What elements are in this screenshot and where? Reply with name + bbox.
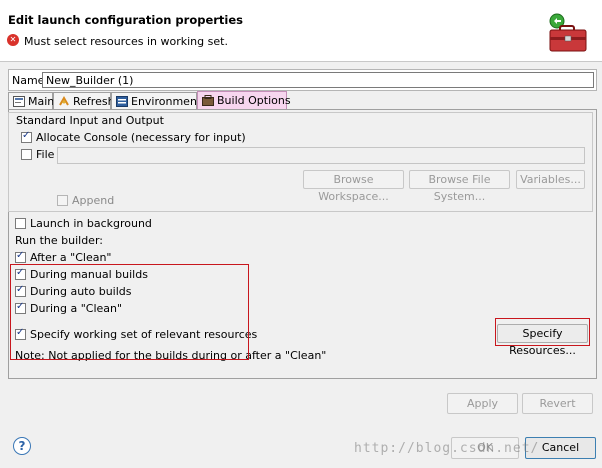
launch-background-check-box[interactable] <box>15 218 26 229</box>
watermark-text: http://blog.csdn.net/ <box>354 441 540 456</box>
main-tab-icon <box>13 96 25 107</box>
toolbox-icon <box>549 13 587 52</box>
tab-environment-label: Environment <box>131 95 202 108</box>
apply-button[interactable]: Apply <box>447 393 518 414</box>
launch-background-label: Launch in background <box>30 217 152 230</box>
refresh-tab-icon <box>59 96 69 106</box>
tab-refresh-label: Refresh <box>73 95 115 108</box>
highlight-specify-resources <box>495 318 590 346</box>
highlight-build-options <box>10 264 249 360</box>
after-clean-checkbox[interactable]: After a "Clean" <box>15 250 112 264</box>
append-label: Append <box>72 194 115 207</box>
after-clean-label: After a "Clean" <box>30 251 112 264</box>
error-message: Must select resources in working set. <box>24 35 228 48</box>
dialog-title: Edit launch configuration properties <box>8 13 244 27</box>
environment-tab-icon <box>116 96 128 107</box>
variables-button[interactable]: Variables... <box>516 170 585 189</box>
append-checkbox[interactable]: Append <box>57 194 114 207</box>
tab-build-options[interactable]: Build Options <box>197 91 291 111</box>
help-icon[interactable]: ? <box>13 437 31 455</box>
tab-environment[interactable]: Environment <box>111 92 201 110</box>
tab-build-options-label: Build Options <box>217 94 291 107</box>
error-icon: ✕ <box>7 34 19 46</box>
revert-button[interactable]: Revert <box>522 393 593 414</box>
browse-file-system-button[interactable]: Browse File System... <box>409 170 510 203</box>
browse-workspace-button[interactable]: Browse Workspace... <box>303 170 404 203</box>
name-row: Name: <box>8 69 597 91</box>
name-input[interactable] <box>42 72 594 88</box>
after-clean-check-box[interactable] <box>15 250 26 263</box>
file-label: File <box>36 148 55 161</box>
tab-main-label: Main <box>28 95 55 108</box>
append-check-box[interactable] <box>57 195 68 206</box>
allocate-console-label: Allocate Console (necessary for input) <box>36 131 246 144</box>
tab-main[interactable]: Main <box>8 92 55 110</box>
run-builder-label: Run the builder: <box>15 234 103 247</box>
file-check-box[interactable] <box>21 149 32 160</box>
file-checkbox[interactable]: File <box>21 148 54 161</box>
file-path-input[interactable] <box>57 147 585 164</box>
allocate-console-checkbox[interactable]: Allocate Console (necessary for input) <box>21 130 246 144</box>
io-group-label: Standard Input and Output <box>16 114 164 127</box>
allocate-console-check-box[interactable] <box>21 130 32 143</box>
dialog-header: Edit launch configuration properties ✕ M… <box>0 0 602 62</box>
tab-refresh[interactable]: Refresh <box>53 92 115 110</box>
launch-background-checkbox[interactable]: Launch in background <box>15 217 152 230</box>
build-options-tab-icon <box>202 95 214 106</box>
